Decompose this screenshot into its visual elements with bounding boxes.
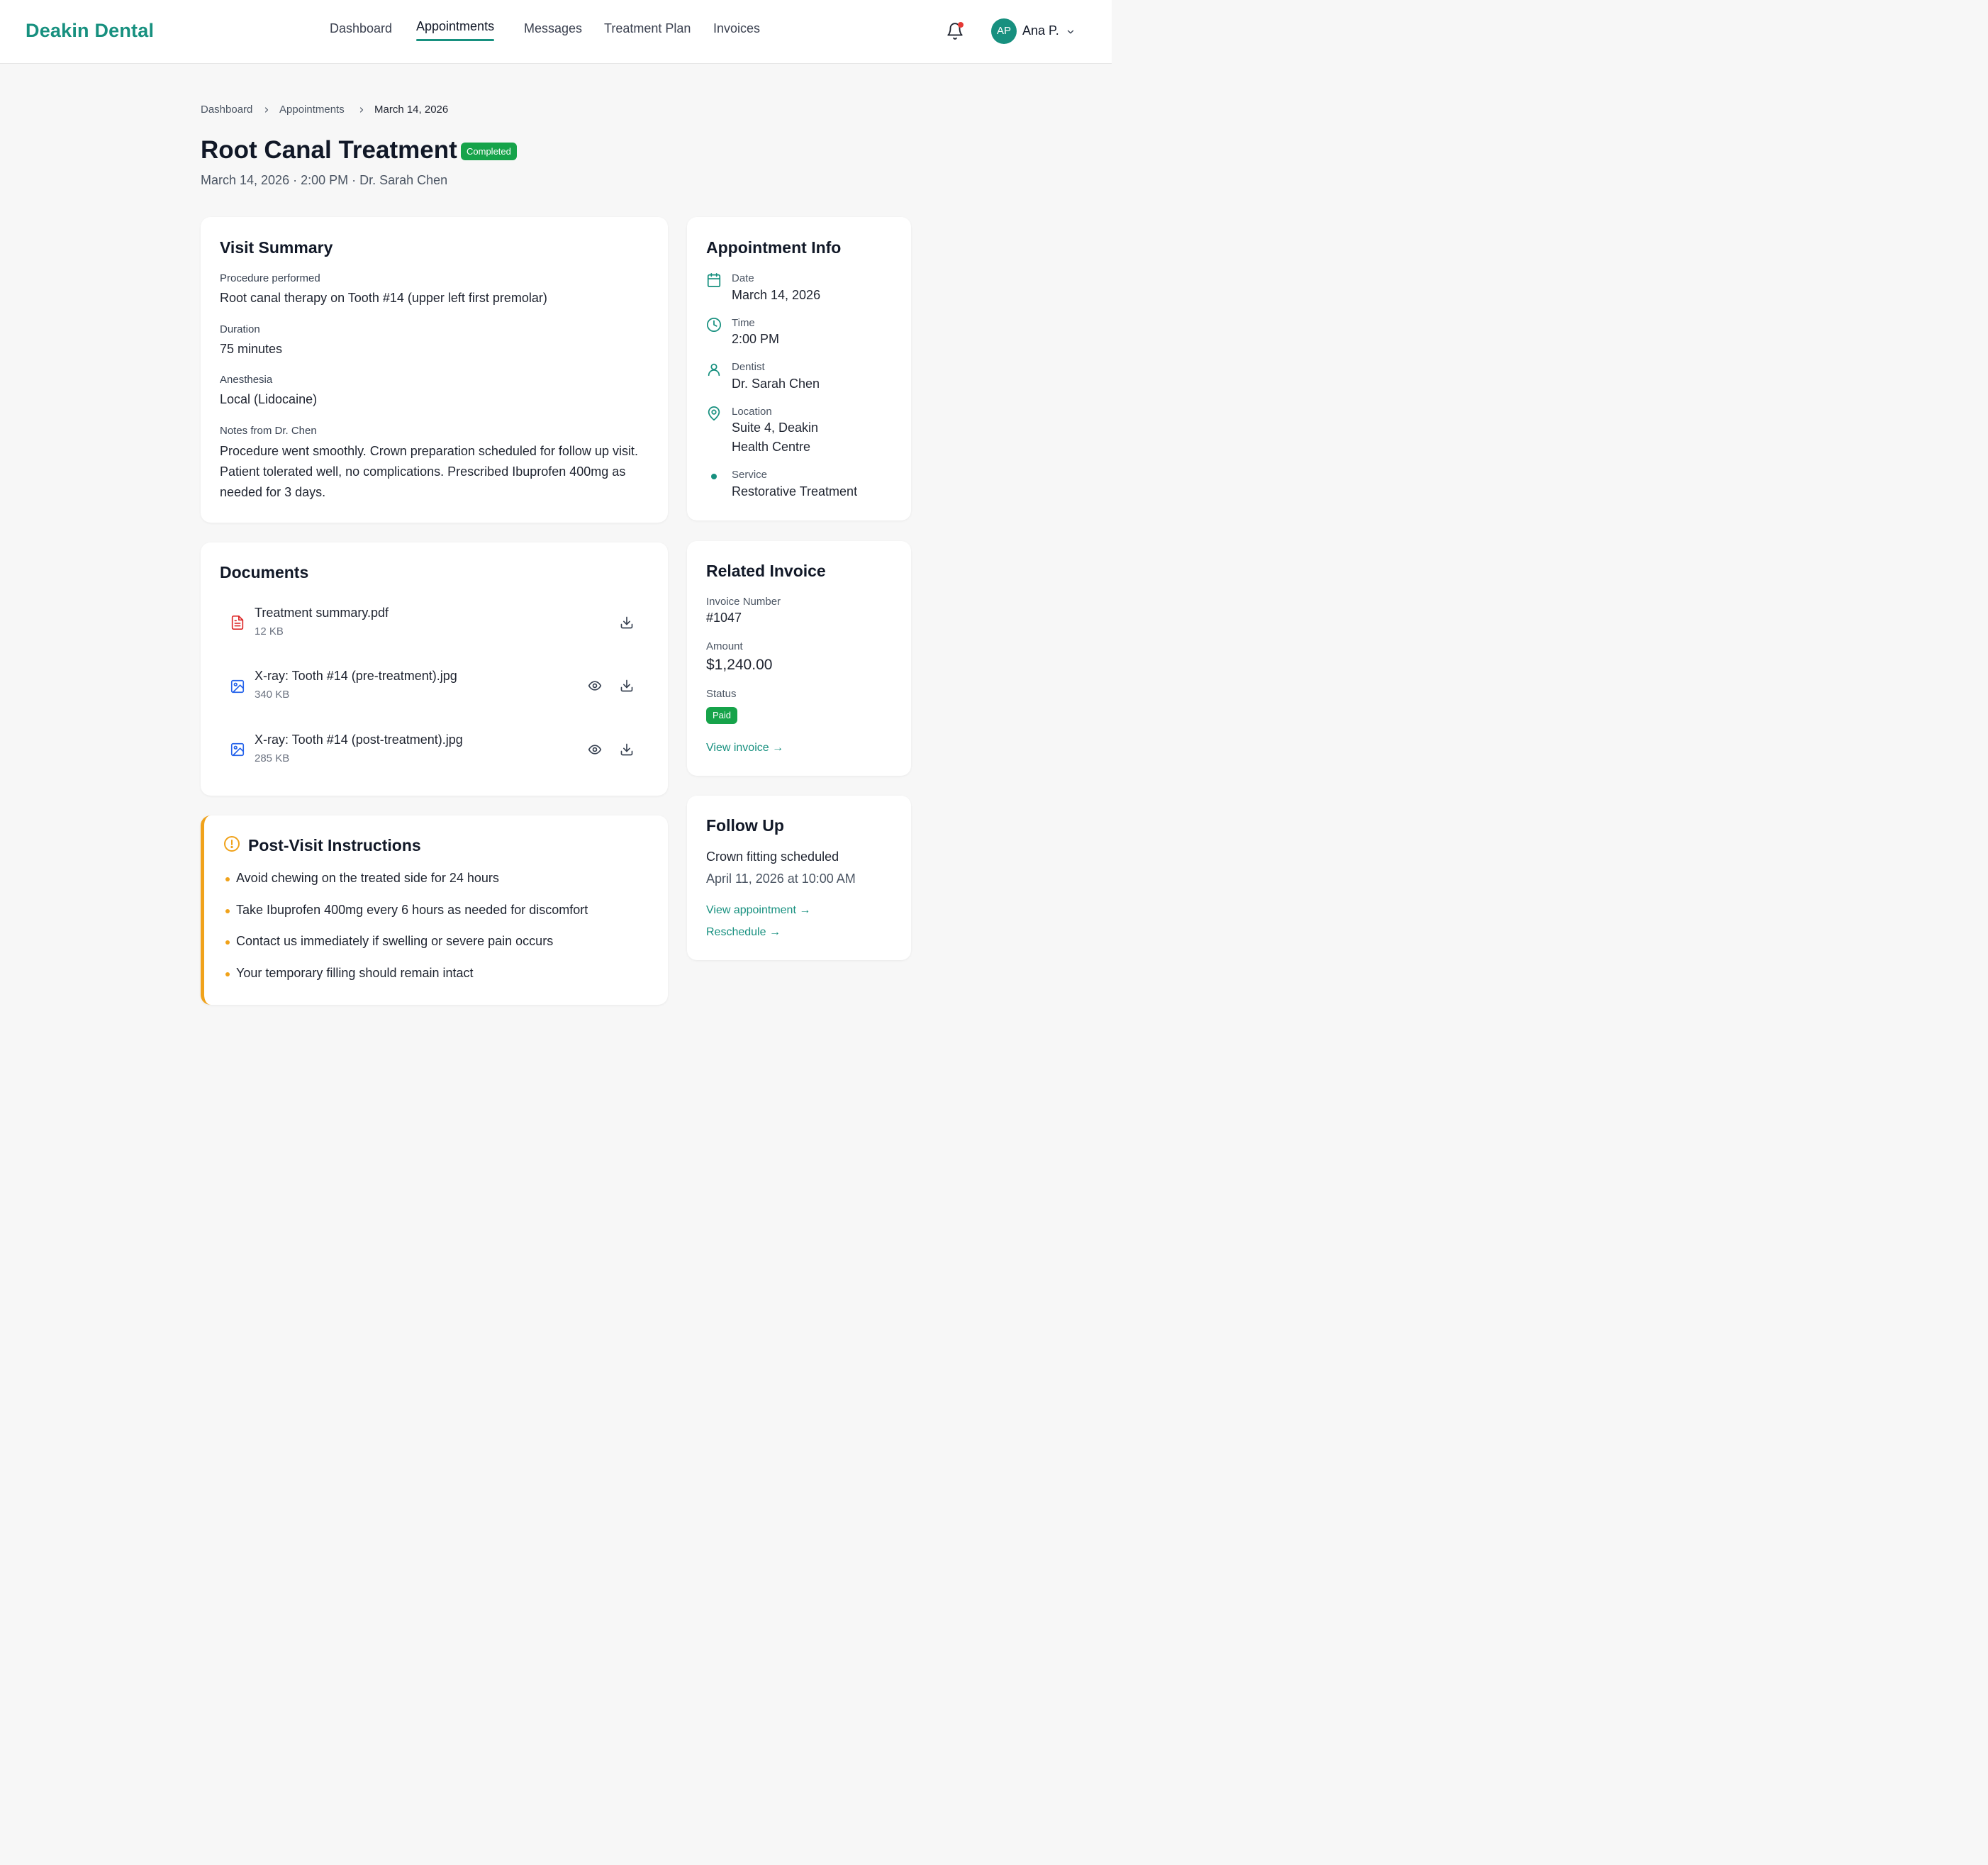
eye-icon[interactable] xyxy=(588,679,602,693)
appointment-info-card: Appointment Info Date March 14, 2026 Tim… xyxy=(687,217,911,520)
user-avatar[interactable]: AP xyxy=(991,18,1017,44)
clock-icon xyxy=(706,317,722,333)
document-size: 340 KB xyxy=(255,689,290,701)
chevron-right-icon xyxy=(264,107,269,113)
nav-appointments[interactable]: Appointments xyxy=(416,19,495,41)
invoice-status-label: Status xyxy=(706,688,737,700)
image-icon xyxy=(230,742,245,757)
breadcrumb-appointments[interactable]: Appointments xyxy=(279,104,345,116)
notes-value: Procedure went smoothly. Crown preparati… xyxy=(220,444,638,499)
visit-summary-title: Visit Summary xyxy=(220,238,333,257)
location-value-line1: Suite 4, Deakin xyxy=(732,421,819,435)
time-label: Time xyxy=(732,317,755,329)
view-appointment-link[interactable]: View appointment → xyxy=(706,904,810,917)
instruction-text: Your temporary filling should remain int… xyxy=(236,966,474,980)
related-invoice-title: Related Invoice xyxy=(706,562,826,580)
notes-label: Notes from Dr. Chen xyxy=(220,425,317,437)
document-name[interactable]: X-ray: Tooth #14 (post-treatment).jpg xyxy=(255,733,463,747)
anesthesia-label: Anesthesia xyxy=(220,374,273,386)
follow-up-headline: Crown fitting scheduled xyxy=(706,850,839,864)
notification-dot xyxy=(958,22,964,28)
nav-treatment-plan[interactable]: Treatment Plan xyxy=(604,21,691,36)
active-nav-indicator xyxy=(416,39,495,41)
page-title: Root Canal Treatment xyxy=(201,136,457,164)
amount-label: Amount xyxy=(706,640,743,652)
visit-summary-card: Visit Summary Procedure performed Root c… xyxy=(201,217,668,523)
follow-up-datetime: April 11, 2026 at 10:00 AM xyxy=(706,872,856,886)
procedure-value: Root canal therapy on Tooth #14 (upper l… xyxy=(220,291,547,305)
invoice-number-value: #1047 xyxy=(706,611,742,625)
download-icon[interactable] xyxy=(620,742,634,757)
procedure-label: Procedure performed xyxy=(220,272,320,284)
date-value: March 14, 2026 xyxy=(732,288,821,302)
instructions-title: Post-Visit Instructions xyxy=(248,836,421,854)
dentist-label: Dentist xyxy=(732,361,765,373)
paid-badge: Paid xyxy=(706,707,738,724)
instruction-text: Avoid chewing on the treated side for 24… xyxy=(236,871,499,885)
download-icon[interactable] xyxy=(620,679,634,693)
nav-appointments-label: Appointments xyxy=(416,19,495,33)
related-invoice-card: Related Invoice Invoice Number #1047 Amo… xyxy=(687,541,911,776)
documents-card: Documents Treatment summary.pdf 12 KB X-… xyxy=(201,542,668,796)
image-icon xyxy=(230,679,245,694)
service-value: Restorative Treatment xyxy=(732,484,858,499)
chevron-right-icon xyxy=(359,107,364,113)
nav-messages[interactable]: Messages xyxy=(524,21,582,36)
breadcrumb-current: March 14, 2026 xyxy=(374,104,449,116)
location-value-line2: Health Centre xyxy=(732,440,811,454)
instruction-text: Contact us immediately if swelling or se… xyxy=(236,934,554,948)
document-size: 12 KB xyxy=(255,625,284,638)
user-name[interactable]: Ana P. xyxy=(1022,23,1059,38)
post-visit-instructions-card: Post-Visit Instructions Avoid chewing on… xyxy=(201,815,668,1005)
service-dot-icon xyxy=(711,474,717,479)
status-badge: Completed xyxy=(461,143,517,160)
date-label: Date xyxy=(732,272,754,284)
user-icon xyxy=(708,363,720,377)
location-label: Location xyxy=(732,406,772,418)
calendar-icon xyxy=(707,272,721,288)
instruction-text: Take Ibuprofen 400mg every 6 hours as ne… xyxy=(236,903,588,917)
amount-value: $1,240.00 xyxy=(706,657,773,673)
pdf-icon xyxy=(231,616,244,630)
alert-circle-icon xyxy=(224,836,240,852)
notifications-button[interactable] xyxy=(946,21,964,41)
reschedule-link[interactable]: Reschedule → xyxy=(706,926,781,939)
top-navbar: Deakin Dental Dashboard Appointments Mes… xyxy=(0,0,1112,64)
time-value: 2:00 PM xyxy=(732,332,780,346)
bullet-dot xyxy=(225,909,230,913)
duration-value: 75 minutes xyxy=(220,342,283,356)
duration-label: Duration xyxy=(220,323,260,335)
follow-up-title: Follow Up xyxy=(706,816,784,835)
invoice-number-label: Invoice Number xyxy=(706,596,781,608)
map-pin-icon xyxy=(708,406,720,421)
chevron-down-icon[interactable] xyxy=(1066,27,1076,37)
document-size: 285 KB xyxy=(255,752,290,764)
document-name[interactable]: Treatment summary.pdf xyxy=(255,606,389,620)
view-invoice-link[interactable]: View invoice → xyxy=(706,742,783,755)
dentist-value: Dr. Sarah Chen xyxy=(732,377,820,391)
service-label: Service xyxy=(732,469,768,481)
anesthesia-value: Local (Lidocaine) xyxy=(220,392,318,406)
nav-dashboard[interactable]: Dashboard xyxy=(330,21,392,36)
follow-up-card: Follow Up Crown fitting scheduled April … xyxy=(687,796,911,960)
documents-title: Documents xyxy=(220,563,309,581)
main-nav: Dashboard Appointments Messages Treatmen… xyxy=(0,19,1112,44)
document-name[interactable]: X-ray: Tooth #14 (pre-treatment).jpg xyxy=(255,669,457,684)
bullet-dot xyxy=(225,940,230,945)
download-icon[interactable] xyxy=(620,616,634,630)
bullet-dot xyxy=(225,972,230,976)
bullet-dot xyxy=(225,877,230,881)
breadcrumb-dashboard[interactable]: Dashboard xyxy=(201,104,252,116)
page-subtitle: March 14, 2026 · 2:00 PM · Dr. Sarah Che… xyxy=(201,173,448,187)
appointment-info-title: Appointment Info xyxy=(706,238,842,257)
eye-icon[interactable] xyxy=(588,742,602,757)
nav-invoices[interactable]: Invoices xyxy=(713,21,760,36)
